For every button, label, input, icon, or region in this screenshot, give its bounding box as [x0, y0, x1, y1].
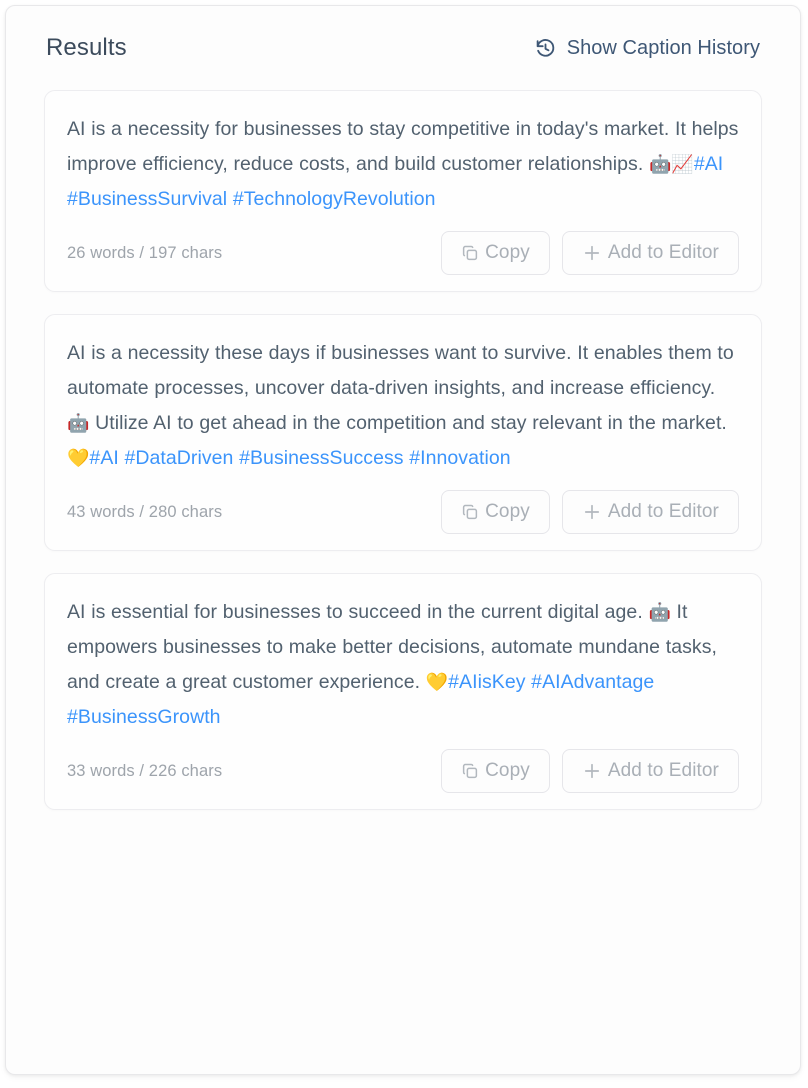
copy-icon [461, 503, 479, 521]
result-card: AI is a necessity these days if business… [44, 314, 762, 551]
card-actions: Copy Add to Editor [441, 231, 739, 275]
add-to-editor-label: Add to Editor [607, 242, 719, 263]
card-footer: 33 words / 226 chars Copy Add to Editor [67, 749, 739, 793]
result-card: AI is a necessity for businesses to stay… [44, 90, 762, 292]
caption-emoji-robot: 🤖 [67, 413, 90, 434]
results-panel: Results Show Caption History AI is a nec… [5, 5, 801, 1075]
copy-button[interactable]: Copy [441, 490, 550, 534]
caption-text: AI is a necessity for businesses to stay… [67, 112, 739, 217]
copy-button[interactable]: Copy [441, 231, 550, 275]
copy-button-label: Copy [485, 242, 530, 263]
page-root: Results Show Caption History AI is a nec… [0, 0, 808, 1088]
caption-emoji-heart: 💛 [67, 448, 90, 469]
word-char-count: 26 words / 197 chars [67, 243, 223, 262]
copy-icon [461, 762, 479, 780]
copy-button[interactable]: Copy [441, 749, 550, 793]
add-to-editor-button[interactable]: Add to Editor [561, 749, 739, 793]
history-clock-icon [535, 38, 556, 59]
card-footer: 43 words / 280 chars Copy Add to Editor [67, 490, 739, 534]
show-caption-history-button[interactable]: Show Caption History [535, 37, 760, 60]
caption-emoji-heart: 💛 [425, 672, 449, 693]
plus-icon [582, 502, 602, 522]
show-caption-history-label: Show Caption History [566, 36, 760, 59]
copy-icon [461, 244, 479, 262]
card-actions: Copy Add to Editor [441, 749, 739, 793]
add-to-editor-button[interactable]: Add to Editor [561, 231, 739, 275]
add-to-editor-label: Add to Editor [607, 501, 719, 522]
results-list: AI is a necessity for businesses to stay… [44, 90, 762, 810]
caption-hashtags: #AI #DataDriven #BusinessSuccess #Innova… [89, 447, 511, 469]
result-card: AI is essential for businesses to succee… [44, 573, 762, 810]
card-footer: 26 words / 197 chars Copy Add to Editor [67, 231, 739, 275]
copy-button-label: Copy [485, 760, 530, 781]
caption-body: AI is a necessity for businesses to stay… [67, 118, 739, 175]
caption-text: AI is essential for businesses to succee… [67, 595, 739, 735]
caption-body-part1: AI is a necessity these days if business… [67, 342, 734, 399]
card-actions: Copy Add to Editor [441, 490, 739, 534]
word-char-count: 33 words / 226 chars [67, 761, 223, 780]
caption-body-part2: Utilize AI to get ahead in the competiti… [89, 412, 727, 434]
plus-icon [582, 761, 602, 781]
page-title: Results [46, 34, 127, 61]
caption-text: AI is a necessity these days if business… [67, 336, 739, 476]
word-char-count: 43 words / 280 chars [67, 502, 223, 521]
add-to-editor-button[interactable]: Add to Editor [561, 490, 739, 534]
caption-emoji-robot: 🤖 [648, 602, 671, 623]
add-to-editor-label: Add to Editor [607, 760, 719, 781]
panel-header: Results Show Caption History [44, 6, 762, 90]
caption-body-part1: AI is essential for businesses to succee… [67, 601, 649, 623]
plus-icon [582, 243, 602, 263]
caption-emoji-group: 🤖📈 [648, 154, 694, 175]
copy-button-label: Copy [485, 501, 530, 522]
